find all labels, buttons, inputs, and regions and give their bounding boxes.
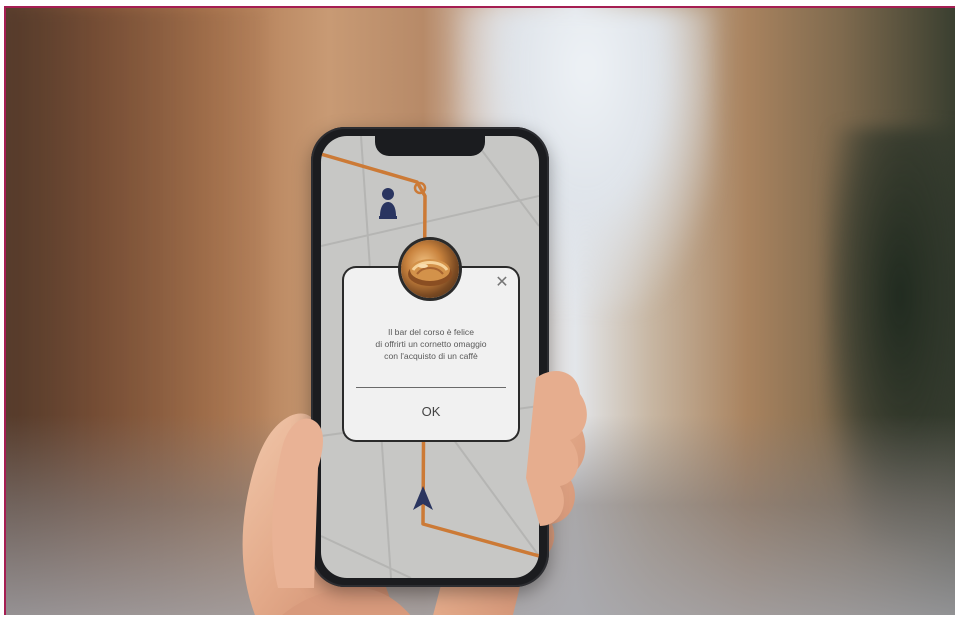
smartphone: ✕ Il bar del corso è felice di offrirti … — [311, 127, 549, 587]
close-icon[interactable]: ✕ — [494, 274, 510, 290]
croissant-photo — [401, 240, 459, 298]
phone-screen: ✕ Il bar del corso è felice di offrirti … — [321, 136, 539, 578]
dialog-divider — [356, 387, 506, 388]
person-pin-icon[interactable] — [379, 188, 397, 219]
croissant-image — [408, 259, 452, 286]
right-fingers — [526, 371, 587, 526]
ok-button[interactable]: OK — [356, 394, 506, 430]
image-frame: ✕ Il bar del corso è felice di offrirti … — [4, 6, 955, 615]
promo-dialog: ✕ Il bar del corso è felice di offrirti … — [344, 240, 518, 440]
left-thumb — [272, 418, 323, 588]
phone-notch — [375, 136, 485, 156]
dialog-message: Il bar del corso è felice di offrirti un… — [375, 327, 487, 361]
